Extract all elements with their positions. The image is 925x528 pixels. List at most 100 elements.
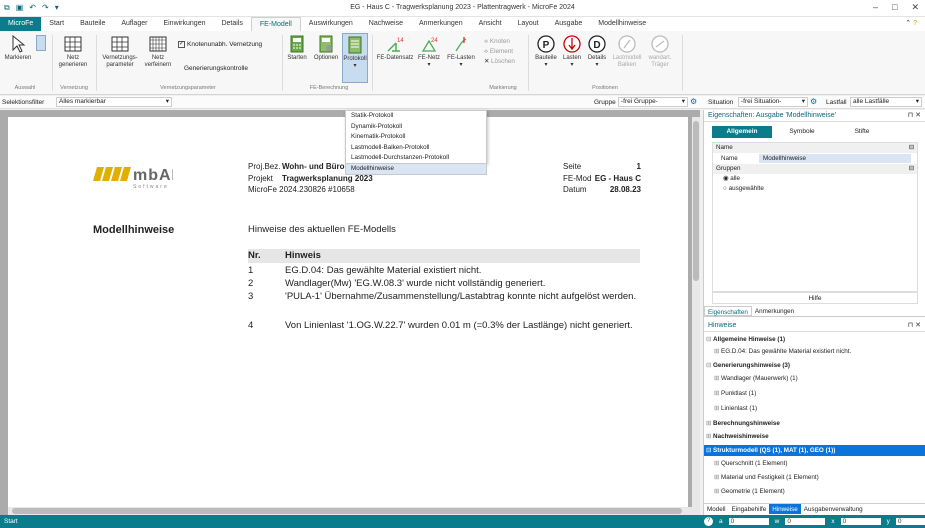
tab-modellhinweise[interactable]: Modellhinweise: [590, 17, 654, 31]
lasten-button[interactable]: Lasten ▾: [560, 35, 584, 69]
markieren-button[interactable]: Markieren: [3, 35, 33, 62]
menu-item-lastmodell-balken[interactable]: Lastmodell-Balken-Protokoll: [346, 143, 486, 154]
tree-item-berechnung[interactable]: ⊞ Berechnungshinweise: [706, 420, 780, 427]
tree-item-generierung[interactable]: ⊟ Generierungshinweise (3): [706, 362, 790, 369]
details-button[interactable]: D Details ▾: [584, 35, 610, 69]
wandartig-icon: [650, 35, 670, 53]
pin-close-icon[interactable]: ⊓ ✕: [908, 110, 921, 122]
gruppe-settings-icon[interactable]: ⚙: [690, 97, 697, 106]
optionen-button[interactable]: Optionen: [311, 35, 341, 62]
fe-netz-button[interactable]: 24 FE-Netz ▾: [416, 35, 442, 69]
tab-allgemein[interactable]: Allgemein: [712, 126, 772, 138]
menu-item-statik[interactable]: Statik-Protokoll: [346, 111, 486, 122]
netz-generieren-button[interactable]: Netz generieren: [56, 35, 90, 69]
tree-item-eg-d04[interactable]: ⊞ EG.D.04: Das gewählte Material existie…: [714, 348, 851, 355]
fe-lasten-button[interactable]: FE-Lasten ▾: [444, 35, 478, 69]
svg-text:P: P: [543, 40, 550, 51]
ribbon-collapse-icon[interactable]: ⌃ ?: [897, 17, 925, 31]
tree-item-strukturmodell[interactable]: ⊟ Strukturmodell (QS (1), MAT (1), GEO (…: [704, 445, 925, 456]
selektionsfilter-select[interactable]: Alles markierbar ▾: [56, 97, 172, 107]
situation-select[interactable]: -frei Situation- ▾: [738, 97, 808, 107]
tab-microfe[interactable]: MicroFe: [0, 17, 42, 31]
tab-eigenschaften[interactable]: Eigenschaften: [704, 306, 752, 316]
tab-ausgabenverwaltung[interactable]: Ausgabenverwaltung: [801, 504, 866, 514]
name-field[interactable]: Modellhinweise: [759, 154, 911, 163]
menu-item-lastmodell-durchstanzen[interactable]: Lastmodell-Durchstanzen-Protokoll: [346, 153, 486, 164]
tree-item-allgemeine[interactable]: ⊟ Allgemeine Hinweise (1): [706, 336, 785, 343]
tab-auswirkungen[interactable]: Auswirkungen: [301, 17, 361, 31]
knoten-button[interactable]: ⟡ Knoten: [484, 37, 515, 47]
fe-datensatz-button[interactable]: 14 FE-Datensatz: [376, 35, 414, 62]
tree-item-linienlast[interactable]: ⊞ Linienlast (1): [714, 405, 757, 412]
knotenunabh-checkbox[interactable]: ✓ Knotenunabh. Vernetzung: [178, 41, 262, 48]
tab-einwirkungen[interactable]: Einwirkungen: [155, 17, 213, 31]
tab-ansicht[interactable]: Ansicht: [471, 17, 510, 31]
tab-stifte[interactable]: Stifte: [832, 126, 892, 138]
lastfall-select[interactable]: alle Lastfälle ▾: [850, 97, 922, 107]
logo-text: mbAEC: [133, 167, 173, 184]
loeschen-button[interactable]: ✕ Löschen: [484, 57, 515, 67]
hinweise-title: Hinweise ⊓ ✕: [704, 320, 925, 332]
help-icon[interactable]: ?: [704, 517, 713, 526]
vernetzungsparameter-button[interactable]: Vernetzungs-parameter: [100, 35, 140, 69]
tab-auflager[interactable]: Auflager: [113, 17, 155, 31]
select-mode-icon[interactable]: [36, 35, 48, 51]
hilfe-button[interactable]: Hilfe: [712, 292, 918, 304]
protokoll-button[interactable]: Protokoll ▾: [342, 33, 368, 83]
situation-settings-icon[interactable]: ⚙: [810, 97, 817, 106]
tab-anmerkungen[interactable]: Anmerkungen: [411, 17, 471, 31]
tree-item-material[interactable]: ⊞ Material und Festigkeit (1 Element): [714, 474, 819, 481]
lastmodell-balken-button[interactable]: Lastmodell Balken: [610, 35, 644, 69]
scroll-thumb[interactable]: [693, 121, 699, 281]
cursor-icon: [8, 35, 28, 53]
lastfall-label: Lastfall: [826, 99, 847, 106]
tab-ausgabe[interactable]: Ausgabe: [547, 17, 591, 31]
tab-anmerkungen-panel[interactable]: Anmerkungen: [752, 306, 797, 316]
vertical-scrollbar[interactable]: [692, 117, 700, 515]
gruppe-select[interactable]: -frei Gruppe- ▾: [618, 97, 688, 107]
tree-item-punktlast[interactable]: ⊞ Punktlast (1): [714, 390, 756, 397]
tab-eingabehilfe[interactable]: Eingabehilfe: [729, 504, 770, 514]
element-button[interactable]: ⟡ Element: [484, 47, 515, 57]
generierungskontrolle-button[interactable]: Generierungskontrolle: [184, 65, 248, 72]
menu-item-modellhinweise[interactable]: Modellhinweise: [345, 164, 487, 175]
window-title: EG - Haus C - Tragwerksplanung 2023 - Pl…: [350, 4, 575, 11]
tree-item-geometrie[interactable]: ⊞ Geometrie (1 Element): [714, 488, 785, 495]
tab-fe-modell[interactable]: FE-Modell: [250, 17, 301, 31]
radio-alle[interactable]: ◉ alle: [713, 174, 917, 184]
scroll-thumb-h[interactable]: [12, 508, 682, 514]
minimize-icon[interactable]: –: [873, 2, 878, 13]
table-row-text: Von Linienlast '1.OG.W.22.7' wurden 0.01…: [285, 320, 633, 331]
radio-unchecked-icon: ○: [723, 185, 727, 192]
properties-grid: Name ⊟ Name Modellhinweise Gruppen ⊟ ◉ all…: [712, 142, 918, 292]
netz-verfeinern-button[interactable]: Netz verfeinern: [142, 35, 174, 69]
doc-header-right: Seite 1 FE-Mod EG - Haus C Datum 28.08.23: [563, 162, 641, 194]
calculator-options-icon: [316, 35, 336, 53]
tab-hinweise[interactable]: Hinweise: [769, 504, 801, 514]
pin-close-icon[interactable]: ⊓ ✕: [908, 320, 921, 332]
table-row: 1: [248, 265, 254, 276]
tab-modell[interactable]: Modell: [704, 504, 729, 514]
tab-symbole[interactable]: Symbole: [772, 126, 832, 138]
tab-layout[interactable]: Layout: [510, 17, 547, 31]
wandartige-traeger-button[interactable]: wandart. Träger: [645, 35, 675, 69]
tab-details[interactable]: Details: [213, 17, 250, 31]
bauteile-button[interactable]: P Bauteile ▾: [532, 35, 560, 69]
tab-start[interactable]: Start: [41, 17, 72, 31]
tree-item-wandlager[interactable]: ⊞ Wandlager (Mauerwerk) (1): [714, 375, 798, 382]
close-icon[interactable]: ✕: [911, 2, 919, 13]
mbaec-logo: mbAEC Software: [91, 161, 195, 191]
tab-nachweise[interactable]: Nachweise: [361, 17, 411, 31]
menu-item-dynamik[interactable]: Dynamik-Protokoll: [346, 122, 486, 133]
starten-button[interactable]: Starten: [284, 35, 310, 62]
doc-subheading: Hinweise des aktuellen FE-Modells: [248, 224, 396, 235]
radio-ausgewaehlte[interactable]: ○ ausgewählte: [713, 184, 917, 194]
tree-item-nachweis[interactable]: ⊞ Nachweishinweise: [706, 433, 769, 440]
maximize-icon[interactable]: □: [892, 2, 897, 13]
gruppen-section: Gruppen ⊟: [713, 164, 917, 174]
tab-bauteile[interactable]: Bauteile: [72, 17, 113, 31]
tree-item-querschnitt[interactable]: ⊞ Querschnitt (1 Element): [714, 460, 788, 467]
horizontal-scrollbar[interactable]: [8, 507, 692, 515]
menu-item-kinematik[interactable]: Kinematik-Protokoll: [346, 132, 486, 143]
radio-checked-icon: ◉: [723, 175, 729, 182]
